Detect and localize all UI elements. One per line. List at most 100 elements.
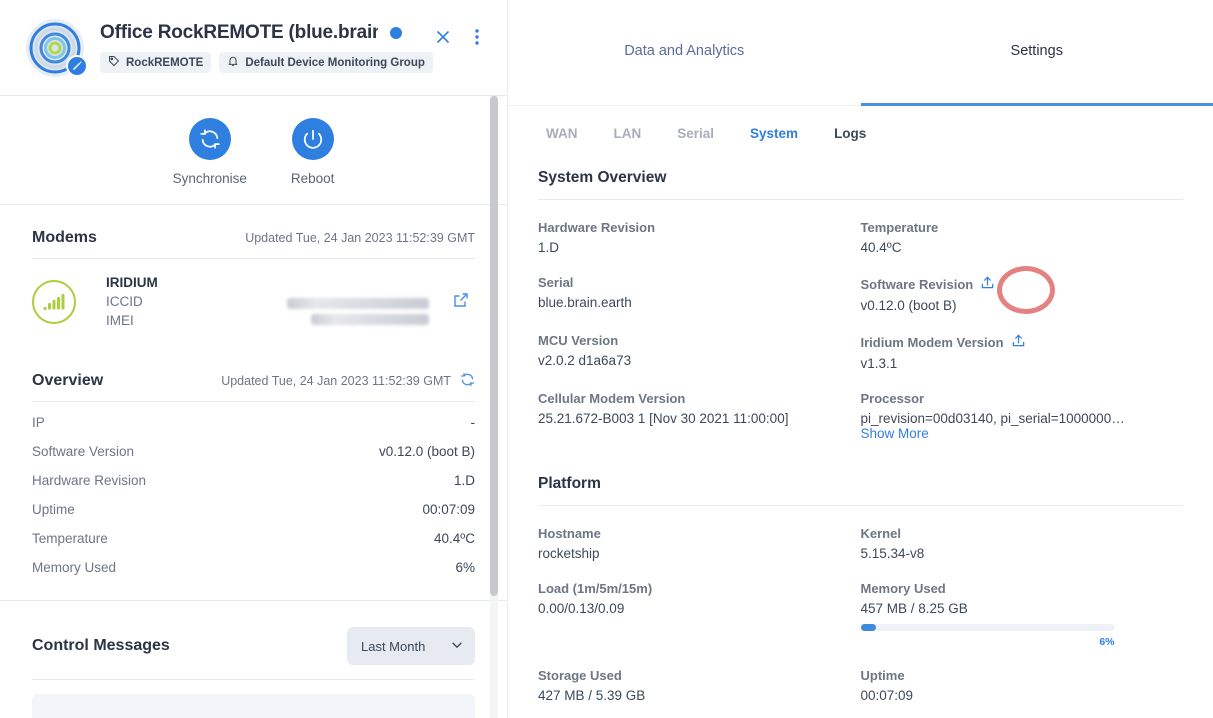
sidebar-scrollbar-thumb[interactable]: [490, 96, 498, 596]
modem-row: IRIDIUM ICCID IMEI: [32, 259, 475, 348]
overview-header: Overview Updated Tue, 24 Jan 2023 11:52:…: [32, 348, 475, 401]
secondary-tabs: WAN LAN Serial System Logs: [508, 106, 1213, 141]
list-item: Uptime 00:07:09: [32, 495, 475, 524]
field-processor: Processor pi_revision=00d03140, pi_seria…: [861, 371, 1184, 441]
refresh-icon[interactable]: [460, 372, 475, 390]
field-label: Hostname: [538, 526, 601, 541]
overview-value: v0.12.0 (boot B): [378, 444, 475, 459]
memory-progress-label: 6%: [1099, 636, 1115, 648]
device-title-row: Office RockREMOTE (blue.brain....: [100, 22, 429, 44]
overview-updated-wrap: Updated Tue, 24 Jan 2023 11:52:39 GMT: [221, 372, 475, 390]
tab-data-and-analytics[interactable]: Data and Analytics: [508, 0, 861, 105]
field-label: Software Revision: [860, 276, 974, 292]
tag-rockremote[interactable]: RockREMOTE: [100, 52, 212, 73]
bell-icon: [227, 55, 239, 70]
tab-system[interactable]: System: [732, 126, 816, 141]
field-label: Uptime: [860, 668, 905, 683]
system-content: System Overview Hardware Revision 1.D Te…: [508, 141, 1213, 703]
tab-serial[interactable]: Serial: [659, 126, 732, 141]
tab-label: Data and Analytics: [624, 42, 745, 59]
pencil-icon[interactable]: [66, 54, 88, 77]
field-temperature: Temperature 40.4ºC: [861, 200, 1184, 255]
tag-label: Default Device Monitoring Group: [245, 56, 425, 69]
sync-icon: [188, 118, 231, 160]
field-label: Iridium Modem Version: [860, 334, 1004, 350]
field-value: 0.00/0.13/0.09: [538, 601, 625, 616]
software-revision-upload-icon[interactable]: [980, 275, 995, 293]
header-actions: [429, 25, 491, 71]
field-value: 1.D: [538, 240, 560, 255]
list-item: Temperature 40.4ºC: [32, 524, 475, 553]
page-title: Office RockREMOTE (blue.brain....: [100, 22, 378, 43]
redacted-iccid-value: [287, 297, 429, 309]
sidebar-scroll-area: Synchronise Reboot Modems Updated Tue, 2…: [0, 96, 507, 718]
signal-bars-icon: [32, 279, 76, 324]
field-serial: Serial blue.brain.earth: [538, 255, 861, 313]
field-label-wrap: Iridium Modem Version: [861, 333, 1184, 351]
field-value: v1.3.1: [860, 356, 898, 371]
field-mcu-version: MCU Version v2.0.2 d1a6a73: [538, 313, 861, 371]
quick-action-label: Reboot: [290, 171, 335, 186]
field-value: blue.brain.earth: [538, 295, 632, 310]
field-value: pi_revision=00d03140, pi_serial=1000000…: [860, 411, 1125, 426]
close-button[interactable]: [429, 25, 457, 53]
device-tags: RockREMOTE Default Device Monitoring Gro…: [100, 52, 433, 73]
field-value: v0.12.0 (boot B): [860, 298, 957, 313]
date-range-select[interactable]: Last Month: [347, 627, 475, 665]
tag-label: RockREMOTE: [126, 56, 204, 69]
field-value: v2.0.2 d1a6a73: [538, 353, 632, 368]
overview-value: 1.D: [453, 473, 475, 488]
field-hardware-revision: Hardware Revision 1.D: [538, 200, 861, 255]
modem-open-external-button[interactable]: [447, 288, 475, 316]
modem-info: IRIDIUM ICCID IMEI: [106, 273, 158, 330]
list-item: Memory Used 6%: [32, 553, 475, 582]
field-label: Hardware Revision: [538, 220, 656, 235]
overview-key: Hardware Revision: [32, 473, 147, 488]
tab-logs[interactable]: Logs: [816, 126, 884, 141]
modems-updated: Updated Tue, 24 Jan 2023 11:52:39 GMT: [245, 231, 475, 245]
redacted-imei-value: [311, 313, 429, 325]
synchronise-button[interactable]: Synchronise: [173, 118, 247, 186]
kebab-menu-icon: [475, 28, 479, 49]
overview-title: Overview: [32, 372, 104, 389]
overview-key: Memory Used: [32, 560, 117, 575]
tag-monitoring-group[interactable]: Default Device Monitoring Group: [219, 52, 433, 73]
date-range-value: Last Month: [361, 638, 426, 654]
list-item: IP -: [32, 408, 475, 437]
field-label: Serial: [538, 275, 574, 290]
primary-tabs: Data and Analytics Settings: [508, 0, 1213, 106]
field-label: Storage Used: [538, 668, 622, 683]
field-label: MCU Version: [538, 333, 619, 348]
field-cellular-modem-version: Cellular Modem Version 25.21.672-B003 1 …: [538, 371, 861, 441]
overview-key: Software Version: [32, 444, 135, 459]
quick-action-label: Synchronise: [172, 171, 247, 186]
system-overview-grid: Hardware Revision 1.D Temperature 40.4ºC…: [538, 200, 1183, 441]
field-value: 40.4ºC: [860, 240, 902, 255]
reboot-button[interactable]: Reboot: [290, 118, 335, 186]
device-sidebar: Office RockREMOTE (blue.brain.... RockRE…: [0, 0, 508, 718]
field-value: rocketship: [538, 546, 600, 561]
field-uptime: Uptime 00:07:09: [861, 648, 1184, 703]
iridium-modem-upload-icon[interactable]: [1011, 333, 1026, 351]
show-more-link[interactable]: Show More: [861, 426, 1184, 441]
avatar[interactable]: [26, 18, 88, 77]
overview-key: Uptime: [32, 502, 75, 517]
overview-list: IP - Software Version v0.12.0 (boot B) H…: [32, 402, 475, 582]
field-value: 457 MB / 8.25 GB: [860, 601, 968, 616]
memory-progress-bar: [860, 624, 1115, 631]
overview-key: Temperature: [32, 531, 108, 546]
field-iridium-modem-version: Iridium Modem Version v1.3.1: [861, 313, 1184, 371]
tab-lan[interactable]: LAN: [596, 126, 660, 141]
overview-value: 6%: [455, 560, 475, 575]
tab-wan[interactable]: WAN: [538, 126, 596, 141]
more-options-button[interactable]: [463, 25, 491, 53]
modems-header: Modems Updated Tue, 24 Jan 2023 11:52:39…: [32, 205, 475, 258]
status-badge: [390, 27, 402, 39]
tab-settings[interactable]: Settings: [860, 0, 1213, 106]
device-detail-page: Office RockREMOTE (blue.brain.... RockRE…: [0, 0, 1213, 718]
field-kernel: Kernel 5.15.34-v8: [861, 506, 1184, 561]
control-message-item[interactable]: [32, 694, 475, 718]
quick-actions: Synchronise Reboot: [0, 96, 507, 205]
modem-name: IRIDIUM: [106, 275, 158, 290]
overview-value: 00:07:09: [422, 502, 475, 517]
